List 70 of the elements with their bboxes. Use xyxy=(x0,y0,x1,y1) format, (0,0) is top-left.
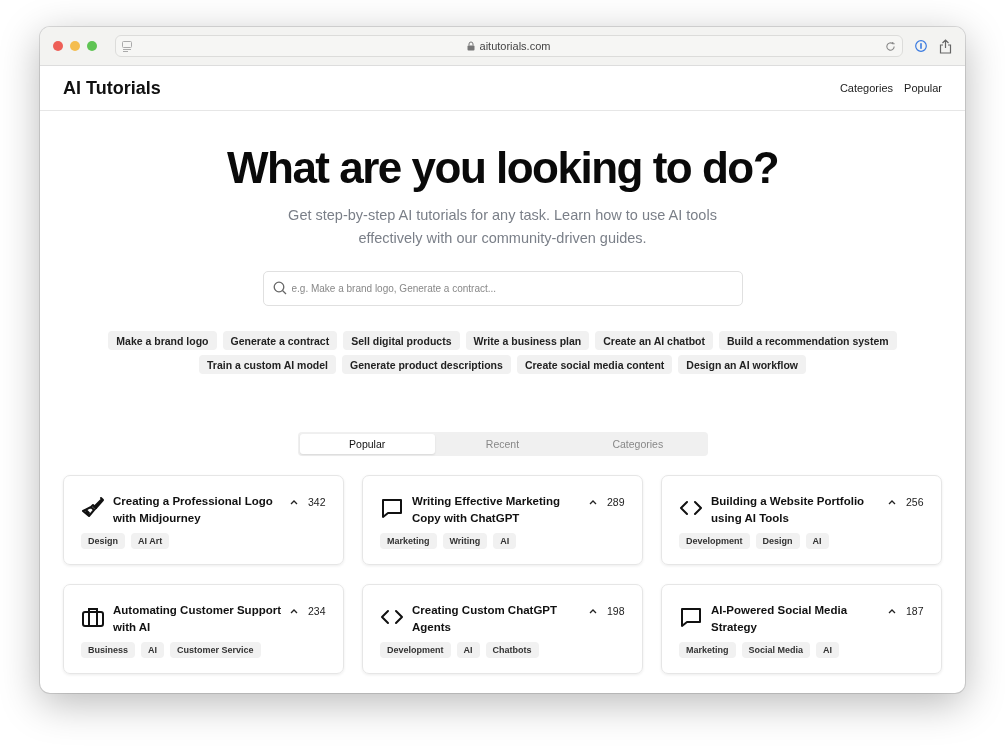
lock-icon xyxy=(466,41,475,51)
tutorial-card[interactable]: AI-Powered Social Media Strategy 187 Marketing Social Media AI xyxy=(661,584,942,674)
tutorial-title: Creating Custom ChatGPT Agents xyxy=(412,603,559,635)
tag: AI xyxy=(816,642,840,658)
password-icon[interactable] xyxy=(915,40,927,52)
tag: AI xyxy=(805,533,829,549)
tag: Design xyxy=(755,533,800,549)
search-field[interactable]: e.g. Make a brand logo, Generate a contract... xyxy=(262,271,743,306)
suggestion-chip[interactable]: Sell digital products xyxy=(343,331,460,350)
vote-count: 198 xyxy=(607,605,625,617)
suggestion-chip[interactable]: Generate product descriptions xyxy=(342,355,511,374)
tutorial-title: Writing Effective Marketing Copy with ChatGPT xyxy=(412,494,562,526)
tutorial-card[interactable]: Creating Custom ChatGPT Agents 198 Development AI Chatbots xyxy=(362,584,643,674)
hero-subtitle: Get step-by-step AI tutorials for any task. Learn how to use AI tools effectively with our community-driven guides. xyxy=(287,206,718,248)
tag: Development xyxy=(380,642,451,658)
share-icon[interactable] xyxy=(939,38,952,54)
tag: AI xyxy=(141,642,165,658)
tutorial-title: AI-Powered Social Media Strategy xyxy=(711,603,849,635)
vote-count: 187 xyxy=(906,605,924,617)
nav-link[interactable]: Popular xyxy=(904,82,942,94)
vote-count: 342 xyxy=(308,496,326,508)
suggestion-chip[interactable]: Make a brand logo xyxy=(108,331,217,350)
upvote-icon[interactable] xyxy=(290,608,298,614)
tag: Marketing xyxy=(679,642,736,658)
suggestion-chip[interactable]: Write a business plan xyxy=(465,331,590,350)
reload-icon[interactable] xyxy=(885,40,896,52)
paintbrush-icon xyxy=(81,496,105,520)
tag: Chatbots xyxy=(485,642,539,658)
tag: AI Art xyxy=(131,533,170,549)
tab[interactable]: Popular xyxy=(299,434,435,454)
upvote-icon[interactable] xyxy=(290,499,298,505)
suggestion-chip[interactable]: Generate a contract xyxy=(222,331,338,350)
tutorial-title: Automating Customer Support with AI xyxy=(113,603,282,635)
nav-link[interactable]: Categories xyxy=(839,82,894,94)
upvote-icon[interactable] xyxy=(888,608,896,614)
suggestion-chip[interactable]: Train a custom AI model xyxy=(199,355,336,374)
close-icon[interactable] xyxy=(53,41,63,51)
hero-title: What are you looking to do? xyxy=(227,142,778,194)
address-bar[interactable]: aitutorials.com xyxy=(115,35,903,57)
tutorial-card[interactable]: Creating a Professional Logo with Midjourney 342 Design AI Art xyxy=(63,475,344,565)
tutorial-title: Building a Website Portfolio using AI Tools xyxy=(711,494,866,526)
tag: AI xyxy=(493,533,517,549)
tutorial-card[interactable]: Building a Website Portfolio using AI Tools 256 Development Design AI xyxy=(661,475,942,565)
url-text: aitutorials.com xyxy=(479,40,551,52)
tutorial-title: Creating a Professional Logo with Midjourney xyxy=(113,494,274,526)
tutorial-card[interactable]: Writing Effective Marketing Copy with ChatGPT 289 Marketing Writing AI xyxy=(362,475,643,565)
vote-count: 234 xyxy=(308,605,326,617)
tag: Writing xyxy=(442,533,488,549)
site-logo[interactable]: AI Tutorials xyxy=(63,77,161,99)
tag: Design xyxy=(81,533,125,549)
upvote-icon[interactable] xyxy=(589,499,597,505)
tag: AI xyxy=(456,642,480,658)
tag: Development xyxy=(679,533,750,549)
speech-bubble-icon xyxy=(380,496,404,520)
upvote-icon[interactable] xyxy=(589,608,597,614)
tag: Social Media xyxy=(741,642,811,658)
suggestion-chip[interactable]: Build a recommendation system xyxy=(719,331,897,350)
suggestion-chip[interactable]: Design an AI workflow xyxy=(678,355,806,374)
vote-count: 256 xyxy=(906,496,924,508)
upvote-icon[interactable] xyxy=(888,499,896,505)
speech-bubble-icon xyxy=(679,605,703,629)
tag: Customer Service xyxy=(170,642,261,658)
vote-count: 289 xyxy=(607,496,625,508)
tag: Marketing xyxy=(380,533,437,549)
tutorial-card[interactable]: Automating Customer Support with AI 234 Business AI Customer Service xyxy=(63,584,344,674)
briefcase-icon xyxy=(81,605,105,629)
tag: Business xyxy=(81,642,136,658)
suggestion-chip[interactable]: Create an AI chatbot xyxy=(595,331,713,350)
suggestion-chip[interactable]: Create social media content xyxy=(516,355,673,374)
search-icon xyxy=(272,281,287,295)
